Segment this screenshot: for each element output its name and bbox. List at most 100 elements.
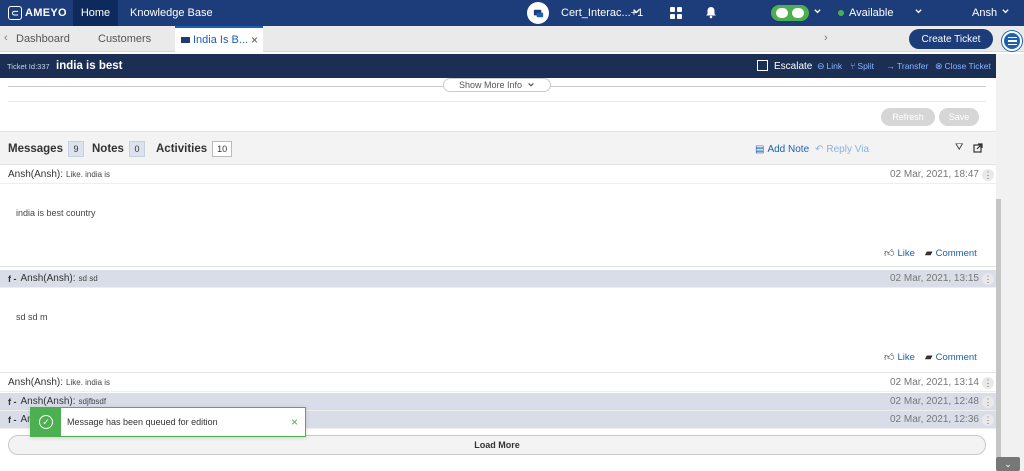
split-action[interactable]: ⑂ Split <box>850 54 874 78</box>
like-button[interactable]: Like <box>897 248 914 259</box>
divider <box>0 266 996 267</box>
messages-count-badge: 9 <box>67 141 84 157</box>
scrollbar[interactable]: ⌄ <box>996 54 1024 471</box>
more-options-icon[interactable]: ⋮ <box>982 396 994 408</box>
message-sender: Ansh(Ansh): <box>8 169 64 180</box>
campaign-icon[interactable] <box>527 2 549 24</box>
toast-notification: ✓ Message has been queued for edition × <box>30 407 306 437</box>
divider <box>0 372 996 373</box>
message-icon <box>792 8 804 18</box>
transfer-action[interactable]: → Transfer <box>886 54 928 78</box>
chevron-down-icon[interactable] <box>632 7 641 16</box>
split-icon: ⑂ <box>850 61 856 71</box>
more-options-icon[interactable]: ⋮ <box>982 273 994 285</box>
toast-message: Message has been queued for edition <box>67 417 218 427</box>
thumbs-up-icon[interactable]: 👍︎ <box>884 351 894 363</box>
refresh-button[interactable]: Refresh <box>881 108 935 126</box>
reply-via-button[interactable]: ↶ Reply Via <box>815 132 869 166</box>
message-snippet: sdjfbsdf <box>78 397 107 406</box>
show-more-info-button[interactable]: Show More Info <box>443 78 551 92</box>
chevron-down-icon[interactable] <box>813 7 822 16</box>
like-button[interactable]: Like <box>897 352 914 363</box>
user-menu[interactable]: Ansh <box>972 0 997 26</box>
tab-notes[interactable]: Notes 0 <box>92 132 145 166</box>
add-note-button[interactable]: ▤ Add Note <box>755 132 809 166</box>
create-ticket-button[interactable]: Create Ticket <box>909 29 993 49</box>
expand-icon[interactable] <box>973 143 983 153</box>
availability-status[interactable]: Available <box>849 0 893 26</box>
logo-text: AMEYO <box>25 7 67 19</box>
tab-dashboard[interactable]: Dashboard <box>16 26 70 52</box>
message-body: india is best country <box>16 208 96 218</box>
ticket-title: india is best <box>56 60 123 72</box>
tab-ticket-label: India Is B... <box>193 34 249 46</box>
message-sender: Ansh(Ansh): <box>20 396 76 407</box>
message-date: 02 Mar, 2021, 13:14 <box>890 377 979 388</box>
chevron-right-icon[interactable]: › <box>824 32 828 44</box>
more-options-icon[interactable]: ⋮ <box>982 377 994 389</box>
load-more-button[interactable]: Load More <box>8 435 986 455</box>
ticket-header: Ticket Id:337 india is best Escalate ⊖ Li… <box>0 54 996 78</box>
message-header[interactable]: Ansh(Ansh): Like. india is 02 Mar, 2021,… <box>0 374 996 392</box>
scroll-down-button[interactable]: ⌄ <box>996 457 1020 471</box>
forward-marker: f - <box>8 414 17 425</box>
chevron-down-icon[interactable] <box>914 7 923 16</box>
message-header[interactable]: f - Ansh(Ansh): sd sd 02 Mar, 2021, 13:1… <box>0 270 996 288</box>
divider <box>8 101 986 102</box>
chevron-down-icon[interactable] <box>1001 7 1010 16</box>
message-snippet: sd sd <box>78 274 98 283</box>
toast-status: ✓ <box>31 408 61 436</box>
more-options-icon[interactable]: ⋮ <box>982 169 994 181</box>
chat-toggle[interactable] <box>771 5 809 21</box>
chevron-left-icon[interactable]: ‹ <box>4 32 8 44</box>
thumbs-up-icon[interactable]: 👍︎ <box>884 247 894 259</box>
message-date: 02 Mar, 2021, 12:48 <box>890 396 979 407</box>
scroll-thumb[interactable] <box>996 199 1001 459</box>
show-more-label: Show More Info <box>458 80 523 90</box>
top-bar: ⊂ AMEYO Home Knowledge Base Cert_Interac… <box>0 0 1024 26</box>
message-actions: 👍︎ Like ▰ Comment <box>884 246 977 260</box>
close-icon[interactable]: × <box>291 415 298 429</box>
comment-icon[interactable]: ▰ <box>925 248 933 259</box>
bell-icon[interactable] <box>705 6 717 19</box>
apps-grid-icon[interactable] <box>670 7 682 19</box>
notes-count-badge: 0 <box>128 141 145 157</box>
note-icon: ▤ <box>755 143 765 155</box>
escalate-checkbox[interactable] <box>757 60 768 71</box>
save-button[interactable]: Save <box>939 108 979 126</box>
close-icon[interactable]: × <box>251 33 258 47</box>
nav-knowledge-base[interactable]: Knowledge Base <box>130 0 213 26</box>
comment-button[interactable]: Comment <box>936 248 977 259</box>
message-date: 02 Mar, 2021, 12:36 <box>890 414 979 425</box>
message-snippet: Like. india is <box>66 170 111 179</box>
forward-marker: f - <box>8 396 17 407</box>
comment-button[interactable]: Comment <box>936 352 977 363</box>
side-menu-button[interactable] <box>1002 31 1022 51</box>
ameyo-logo: ⊂ AMEYO <box>8 6 67 20</box>
message-sender: Ansh(Ansh): <box>20 273 76 284</box>
message-sender: Ansh(Ansh): <box>8 377 64 388</box>
reply-icon: ↶ <box>815 143 824 155</box>
escalate-label: Escalate <box>774 60 813 72</box>
nav-home[interactable]: Home <box>73 0 118 26</box>
check-circle-icon: ✓ <box>39 415 53 429</box>
message-date: 02 Mar, 2021, 13:15 <box>890 273 979 284</box>
close-ticket-action[interactable]: ⊗ Close Ticket <box>935 54 991 78</box>
more-options-icon[interactable]: ⋮ <box>982 414 994 426</box>
chevron-down-icon <box>528 82 534 87</box>
chat-icon <box>776 8 788 18</box>
campaign-selector[interactable]: Cert_Interac...+1 <box>561 0 643 26</box>
message-header[interactable]: Ansh(Ansh): Like. india is 02 Mar, 2021,… <box>0 166 996 184</box>
tab-messages[interactable]: Messages 9 <box>8 132 84 166</box>
tab-customers[interactable]: Customers <box>98 26 151 52</box>
close-circle-icon: ⊗ <box>935 60 943 71</box>
filter-icon[interactable]: ⛛ <box>955 142 963 153</box>
tab-ticket-active[interactable]: India Is B... × <box>175 26 263 52</box>
ticket-flag-icon <box>181 37 190 43</box>
link-action[interactable]: ⊖ Link <box>817 54 842 78</box>
message-body: sd sd m <box>16 312 48 322</box>
message-date: 02 Mar, 2021, 18:47 <box>890 169 979 180</box>
comment-icon[interactable]: ▰ <box>925 352 933 363</box>
status-dot-icon <box>838 10 844 16</box>
tab-activities[interactable]: Activities 10 <box>156 132 233 166</box>
